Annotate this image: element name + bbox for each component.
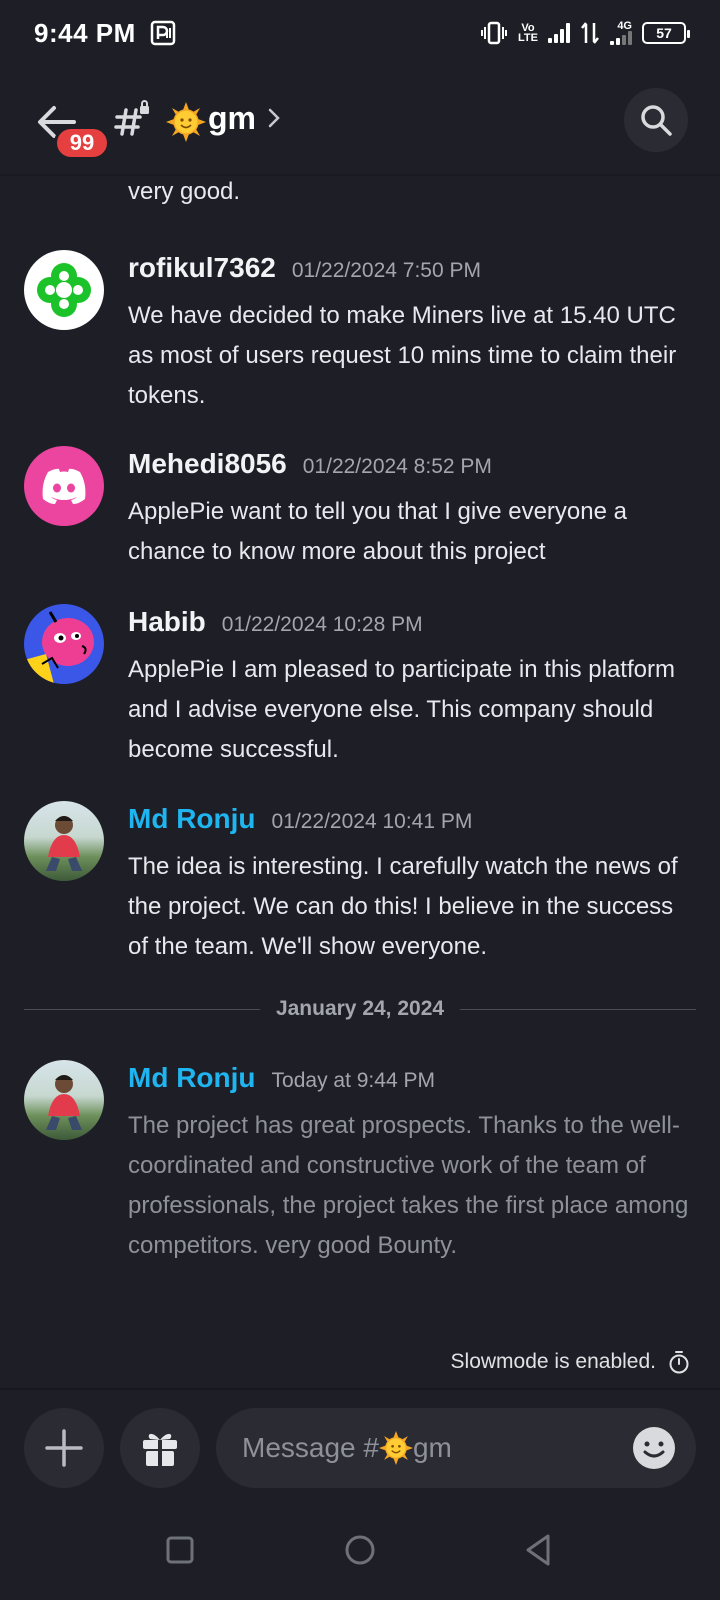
volte-indicator: Vo LTE <box>518 23 538 44</box>
stopwatch-icon <box>669 1351 689 1374</box>
discord-logo-icon <box>42 468 86 504</box>
data-type-label: 4G <box>617 20 632 32</box>
message-text: We have decided to make Miners live at 1… <box>128 302 677 409</box>
avatar[interactable] <box>24 1060 104 1140</box>
message-header: Mehedi8056 01/22/2024 8:52 PM <box>128 448 492 480</box>
message-composer: Message # gm <box>0 1388 720 1488</box>
status-left: 9:44 PM <box>34 18 176 49</box>
sun-emoji-icon <box>378 1431 413 1465</box>
message-list[interactable]: very good. rofikul7362 01/22/2024 7:50 P… <box>0 176 720 1386</box>
timestamp: 01/22/2024 7:50 PM <box>291 259 482 282</box>
message-continuation: very good. <box>128 178 241 205</box>
cartoon-avatar-icon <box>24 611 94 684</box>
unread-badge: 99 <box>54 126 110 160</box>
recent-apps-icon[interactable] <box>160 1530 200 1570</box>
system-navigation-bar <box>0 1510 720 1600</box>
home-icon[interactable] <box>340 1530 380 1570</box>
gift-button[interactable] <box>120 1408 200 1488</box>
data-transfer-icon <box>581 22 599 44</box>
message-placeholder-prefix: Message # <box>242 1432 379 1463</box>
channel-header: 99 gm <box>0 66 720 176</box>
status-time: 9:44 PM <box>34 17 136 48</box>
unread-count: 99 <box>69 130 95 155</box>
back-nav-icon[interactable] <box>520 1530 560 1570</box>
timestamp: 01/22/2024 10:28 PM <box>221 613 423 636</box>
divider-line <box>24 1008 260 1010</box>
battery-icon: 57 <box>642 22 690 44</box>
search-icon <box>641 105 672 136</box>
avatar[interactable] <box>24 801 104 881</box>
signal-4g-indicator: 4G <box>610 21 632 45</box>
add-attachment-button[interactable] <box>24 1408 104 1488</box>
timestamp: 01/22/2024 8:52 PM <box>302 455 492 478</box>
message-text: The idea is interesting. I carefully wat… <box>128 853 678 960</box>
status-right: Vo LTE 4G 57 <box>480 21 690 45</box>
message-text: ApplePie I am pleased to participate in … <box>128 656 675 763</box>
gift-icon <box>143 1433 177 1466</box>
slowmode-text: Slowmode is enabled. <box>450 1350 656 1373</box>
message-input[interactable]: Message # gm <box>216 1408 696 1488</box>
author-name[interactable]: Md Ronju <box>128 803 256 835</box>
avatar[interactable] <box>24 604 104 684</box>
clover-avatar-icon <box>37 263 91 317</box>
locked-channel-hash-icon <box>114 100 149 136</box>
timestamp: Today at 9:44 PM <box>271 1069 435 1092</box>
status-bar: 9:44 PM Vo LTE 4G 57 <box>0 0 720 66</box>
signal-strength-icon <box>548 23 570 43</box>
slowmode-notice: Slowmode is enabled. <box>451 1350 690 1374</box>
date-divider: January 24, 2024 <box>24 994 696 1024</box>
parking-notification-icon <box>150 20 176 46</box>
person-photo-avatar-icon <box>46 816 82 871</box>
message-header: Habib 01/22/2024 10:28 PM <box>128 606 423 638</box>
date-divider-label: January 24, 2024 <box>275 997 445 1020</box>
author-name[interactable]: Md Ronju <box>128 1062 256 1094</box>
message-placeholder-channel: gm <box>412 1432 452 1463</box>
author-name[interactable]: Habib <box>128 606 206 638</box>
message-header: Md Ronju 01/22/2024 10:41 PM <box>128 803 472 835</box>
timestamp: 01/22/2024 10:41 PM <box>271 810 473 833</box>
divider-line <box>460 1008 696 1010</box>
person-photo-avatar-icon <box>46 1075 82 1130</box>
avatar[interactable] <box>24 250 104 330</box>
author-name[interactable]: rofikul7362 <box>128 252 276 284</box>
emoji-picker-icon[interactable] <box>632 1426 676 1470</box>
sun-emoji-icon <box>166 102 206 142</box>
avatar[interactable] <box>24 446 104 526</box>
vibrate-icon <box>481 21 508 45</box>
battery-level: 57 <box>656 25 672 41</box>
search-button[interactable] <box>624 88 688 152</box>
message-text: The project has great prospects. Thanks … <box>128 1112 689 1259</box>
chevron-right-icon[interactable] <box>266 106 282 130</box>
message-header: rofikul7362 01/22/2024 7:50 PM <box>128 252 481 284</box>
author-name[interactable]: Mehedi8056 <box>128 448 287 480</box>
message-text: ApplePie want to tell you that I give ev… <box>128 498 627 565</box>
message-header: Md Ronju Today at 9:44 PM <box>128 1062 435 1094</box>
plus-icon <box>45 1429 83 1467</box>
signal-strength-icon-2 <box>610 31 632 45</box>
channel-title[interactable]: gm <box>208 100 256 137</box>
volte-bottom-label: LTE <box>518 32 538 44</box>
